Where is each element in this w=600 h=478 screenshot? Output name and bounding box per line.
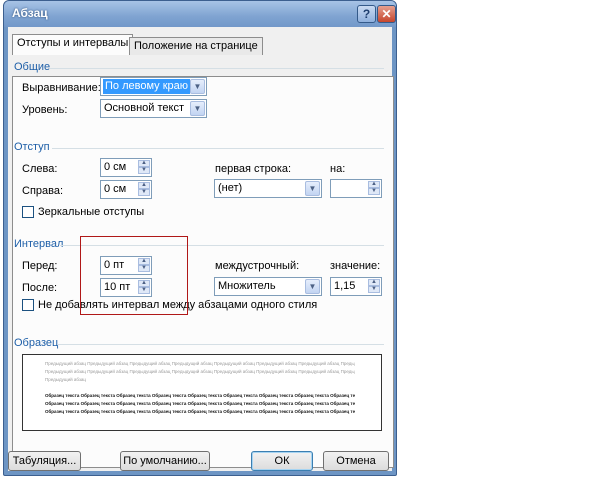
indent-by-label: на: (330, 163, 346, 175)
no-space-same-style-checkbox[interactable] (22, 299, 34, 311)
section-spacing-title: Интервал (14, 238, 64, 250)
section-general-title: Общие (14, 61, 51, 73)
spin-up-icon[interactable]: ▲ (368, 279, 380, 286)
chevron-down-icon[interactable]: ▼ (305, 181, 320, 196)
level-value: Основной текст (104, 102, 184, 114)
indent-right-spinner[interactable]: 0 см ▲ ▼ (100, 180, 152, 199)
line-spacing-label: междустрочный: (215, 260, 300, 272)
preview-sample-text: Образец текста Образец текста Образец те… (45, 393, 355, 398)
cancel-button[interactable]: Отмена (323, 451, 389, 471)
preview-previous-paragraph: Предыдущий абзац Предыдущий абзац Предыд… (45, 361, 355, 366)
line-spacing-at-spinner[interactable]: 1,15 ▲ ▼ (330, 277, 382, 296)
indent-right-value: 0 см (104, 183, 127, 195)
indent-left-value: 0 см (104, 161, 127, 173)
tabs-button[interactable]: Табуляция... (8, 451, 81, 471)
help-button[interactable]: ? (357, 5, 376, 23)
level-label: Уровень: (22, 104, 68, 116)
spin-up-icon[interactable]: ▲ (138, 160, 150, 167)
dialog-title: Абзац (12, 6, 48, 20)
line-spacing-value: Множитель (218, 280, 276, 292)
indent-left-label: Слева: (22, 163, 58, 175)
indent-left-spinner[interactable]: 0 см ▲ ▼ (100, 158, 152, 177)
spacing-before-label: Перед: (22, 260, 58, 272)
indent-by-spinner[interactable]: ▲ ▼ (330, 179, 382, 198)
preview-previous-paragraph: Предыдущий абзац (45, 377, 86, 382)
tab-indents-spacing[interactable]: Отступы и интервалы (12, 34, 134, 55)
first-line-select[interactable]: (нет) ▼ (214, 179, 322, 198)
preview-previous-paragraph: Предыдущий абзац Предыдущий абзац Предыд… (45, 369, 355, 374)
section-divider (52, 148, 384, 149)
first-line-value: (нет) (218, 182, 243, 194)
level-select[interactable]: Основной текст ▼ (100, 99, 207, 118)
spin-down-icon[interactable]: ▼ (368, 188, 380, 195)
close-button[interactable]: ✕ (377, 5, 396, 23)
section-preview-title: Образец (14, 337, 59, 349)
line-spacing-select[interactable]: Множитель ▼ (214, 277, 322, 296)
chevron-down-icon[interactable]: ▼ (190, 79, 205, 94)
spin-up-icon[interactable]: ▲ (368, 181, 380, 188)
spin-down-icon[interactable]: ▼ (138, 189, 150, 196)
spin-up-icon[interactable]: ▲ (138, 182, 150, 189)
indent-right-label: Справа: (22, 185, 64, 197)
chevron-down-icon[interactable]: ▼ (190, 101, 205, 116)
alignment-select[interactable]: По левому краю ▼ (100, 77, 207, 96)
alignment-value: По левому краю (103, 79, 190, 94)
title-bar[interactable]: Абзац ? ✕ (4, 1, 396, 27)
chevron-down-icon[interactable]: ▼ (305, 279, 320, 294)
ok-button[interactable]: ОК (251, 451, 313, 471)
section-divider (50, 68, 384, 69)
mirror-indents-checkbox[interactable] (22, 206, 34, 218)
preview-sample-text: Образец текста Образец текста Образец те… (45, 409, 355, 414)
mirror-indents-label: Зеркальные отступы (38, 206, 145, 218)
alignment-label: Выравнивание: (22, 82, 101, 94)
preview-box: Предыдущий абзац Предыдущий абзац Предыд… (22, 354, 382, 431)
preview-sample-text: Образец текста Образец текста Образец те… (45, 401, 355, 406)
spin-down-icon[interactable]: ▼ (138, 167, 150, 174)
spin-down-icon[interactable]: ▼ (368, 286, 380, 293)
line-spacing-at-value: 1,15 (334, 280, 356, 292)
first-line-label: первая строка: (215, 163, 292, 175)
highlight-annotation (80, 236, 188, 315)
set-default-button[interactable]: По умолчанию... (120, 451, 210, 471)
spacing-after-label: После: (22, 282, 58, 294)
tab-line-page-breaks[interactable]: Положение на странице (129, 37, 263, 55)
section-divider (58, 344, 384, 345)
line-spacing-at-label: значение: (330, 260, 381, 272)
section-indent-title: Отступ (14, 141, 50, 153)
